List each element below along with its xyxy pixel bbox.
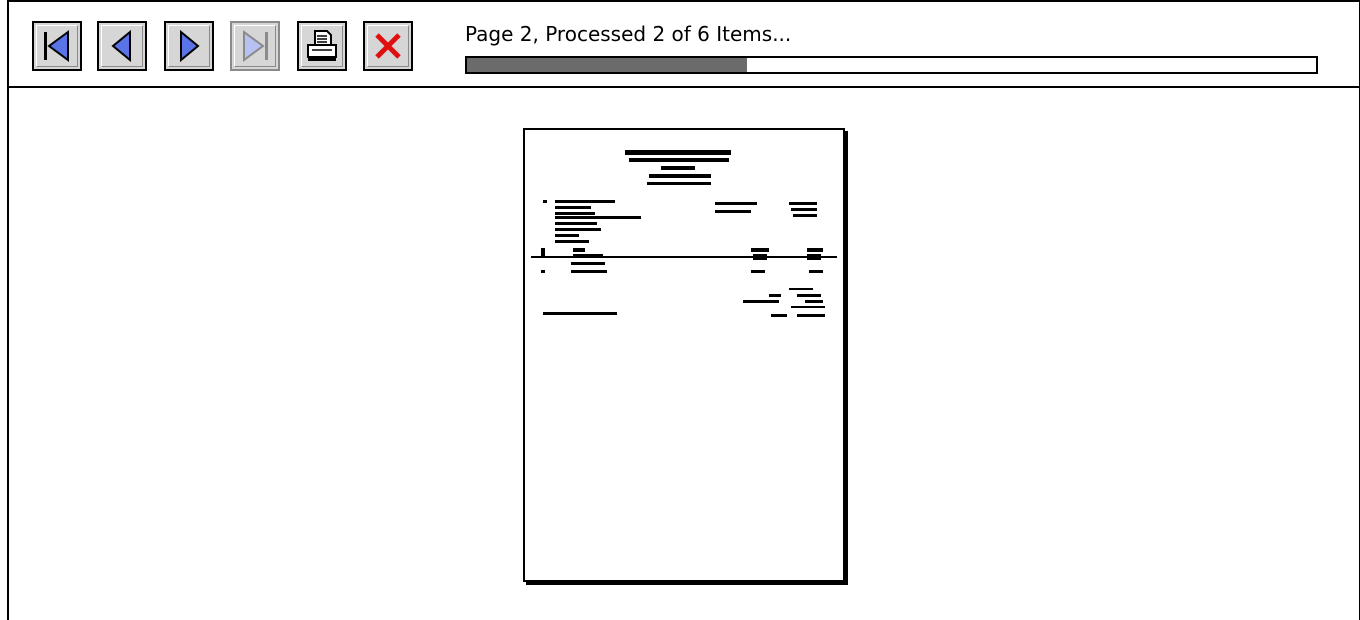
first-page-button[interactable] [32, 21, 82, 71]
print-preview-window: Page 2, Processed 2 of 6 Items... [7, 0, 1360, 620]
toolbar: Page 2, Processed 2 of 6 Items... [9, 2, 1359, 88]
last-page-icon [243, 30, 268, 62]
next-page-button[interactable] [164, 21, 214, 71]
print-button[interactable] [297, 21, 347, 71]
page-thumbnail [523, 128, 845, 582]
previous-page-button[interactable] [97, 21, 147, 71]
close-button[interactable] [363, 21, 413, 71]
progress-fill [467, 58, 748, 72]
page-content-preview [531, 150, 837, 317]
preview-area [9, 88, 1359, 620]
first-page-icon [44, 30, 69, 62]
next-page-icon [180, 29, 200, 63]
status-text: Page 2, Processed 2 of 6 Items... [465, 22, 792, 46]
close-icon [375, 33, 401, 59]
printer-icon [307, 30, 337, 61]
progress-bar [465, 56, 1318, 74]
previous-page-icon [111, 29, 131, 63]
last-page-button[interactable] [230, 21, 280, 71]
